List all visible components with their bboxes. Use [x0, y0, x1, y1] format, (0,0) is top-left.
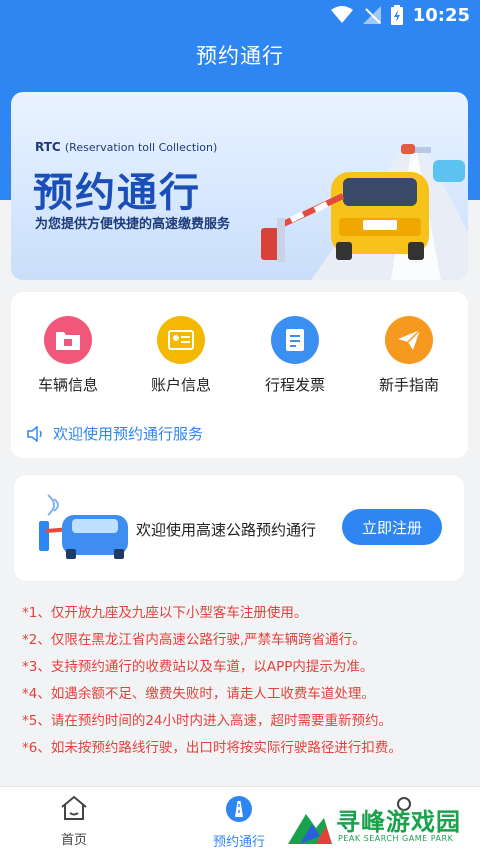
menu-item-beginner-guide[interactable]: 新手指南 — [367, 316, 451, 395]
status-icons: 10:25 — [330, 4, 470, 26]
rule-item: *1、仅开放九座及九座以下小型客车注册使用。 — [22, 605, 308, 621]
watermark-subtitle: PEAK SEARCH GAME PARK — [338, 834, 454, 843]
rule-item: *6、如未按预约路线行驶，出口时将按实际行驶路径进行扣费。 — [22, 740, 402, 756]
paper-plane-icon — [385, 316, 433, 364]
menu-label: 账户信息 — [150, 376, 211, 394]
battery-icon — [390, 5, 403, 25]
rules-list: *1、仅开放九座及九座以下小型客车注册使用。 *2、仅限在黑龙江省内高速公路行驶… — [22, 600, 472, 762]
rtc-full: (Reservation toll Collection) — [64, 141, 218, 154]
rtc-abbr: RTC — [35, 140, 61, 154]
register-card: 欢迎使用高速公路预约通行 立即注册 — [14, 475, 464, 581]
register-now-button[interactable]: 立即注册 — [342, 509, 442, 545]
wifi-icon — [330, 6, 353, 23]
rule-item: *2、仅限在黑龙江省内高速公路行驶,严禁车辆跨省通行。 — [22, 632, 366, 648]
vehicle-info-icon — [44, 316, 92, 364]
service-menu-card: 车辆信息 账户信息 行程发票 新手指南 欢迎使用预约通行服务 — [11, 292, 468, 458]
status-time: 10:25 — [412, 4, 470, 26]
rule-item: *3、支持预约通行的收费站以及车道，以APP内提示为准。 — [22, 659, 374, 675]
tab-label: 预约通行 — [212, 835, 265, 850]
menu-label: 新手指南 — [378, 376, 439, 394]
tab-home[interactable]: 首页 — [14, 795, 134, 848]
page-title: 预约通行 — [196, 44, 284, 68]
account-card-icon — [157, 316, 205, 364]
speaker-icon — [27, 425, 42, 442]
banner[interactable]: RTC (Reservation toll Collection) 预约通行 为… — [11, 92, 468, 280]
invoice-icon — [271, 316, 319, 364]
watermark: 寻峰游戏园 PEAK SEARCH GAME PARK — [286, 800, 476, 850]
car-toll-gate-illustration — [39, 494, 128, 559]
menu-label: 车辆信息 — [37, 376, 98, 394]
watermark-logo — [288, 814, 332, 844]
banner-title: 预约通行 — [33, 170, 201, 216]
menu-label: 行程发票 — [264, 376, 325, 394]
banner-subtitle: 为您提供方便快捷的高速缴费服务 — [35, 217, 231, 232]
welcome-notice[interactable]: 欢迎使用预约通行服务 — [27, 423, 203, 444]
rule-item: *5、请在预约时间的24小时内进入高速，超时需要重新预约。 — [22, 713, 393, 729]
status-bar: 10:25 — [0, 0, 480, 30]
register-text: 欢迎使用高速公路预约通行 — [136, 521, 317, 539]
tab-reservation[interactable]: 预约通行 — [179, 795, 299, 850]
rtc-label: RTC (Reservation toll Collection) — [35, 140, 217, 154]
tab-label: 首页 — [60, 833, 87, 848]
signal-icon — [362, 6, 381, 24]
menu-item-trip-invoice[interactable]: 行程发票 — [253, 316, 337, 395]
highway-car-illustration — [261, 144, 468, 280]
notice-text: 欢迎使用预约通行服务 — [53, 425, 204, 443]
menu-item-vehicle-info[interactable]: 车辆信息 — [26, 316, 110, 395]
home-icon — [61, 795, 87, 820]
road-icon — [226, 796, 252, 822]
rule-item: *4、如遇余额不足、缴费失败时，请走人工收费车道处理。 — [22, 686, 375, 702]
watermark-title: 寻峰游戏园 — [336, 808, 461, 836]
menu-item-account-info[interactable]: 账户信息 — [139, 316, 223, 395]
